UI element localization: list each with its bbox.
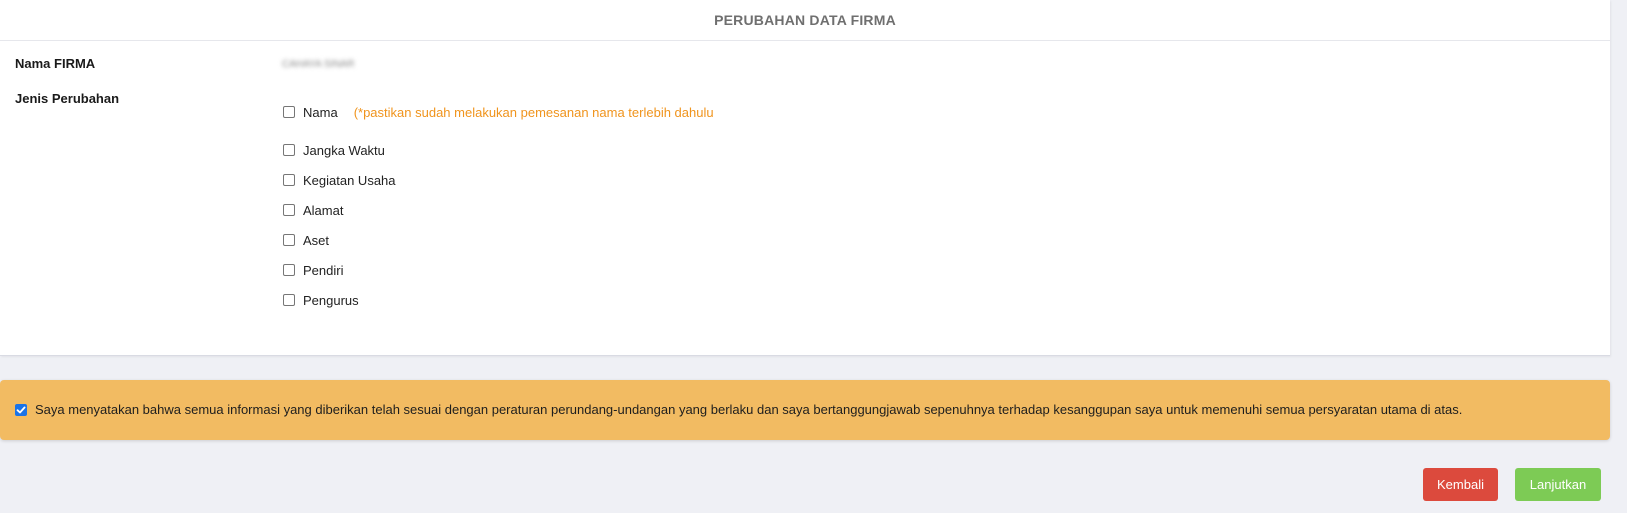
checkbox-pendiri[interactable] bbox=[283, 264, 295, 276]
option-alamat[interactable]: Alamat bbox=[283, 201, 343, 219]
option-alamat-label: Alamat bbox=[303, 202, 344, 218]
nama-firma-label: Nama FIRMA bbox=[15, 56, 96, 71]
checkbox-jangka-waktu[interactable] bbox=[283, 144, 295, 156]
form-panel: PERUBAHAN DATA FIRMA Nama FIRMA CAHAYA S… bbox=[0, 0, 1610, 356]
checkbox-alamat[interactable] bbox=[283, 204, 295, 216]
back-button[interactable]: Kembali bbox=[1423, 468, 1498, 501]
agreement-checkbox[interactable] bbox=[15, 404, 27, 416]
option-kegiatan-usaha-label: Kegiatan Usaha bbox=[303, 172, 396, 188]
option-pendiri-label: Pendiri bbox=[303, 262, 344, 278]
checkmark-icon bbox=[16, 406, 26, 414]
option-pendiri[interactable]: Pendiri bbox=[283, 261, 343, 279]
option-aset[interactable]: Aset bbox=[283, 231, 329, 249]
option-jangka-waktu-label: Jangka Waktu bbox=[303, 142, 385, 158]
nama-reservation-note: (*pastikan sudah melakukan pemesanan nam… bbox=[353, 104, 714, 120]
agreement-box: Saya menyatakan bahwa semua informasi ya… bbox=[0, 380, 1610, 440]
checkbox-kegiatan-usaha[interactable] bbox=[283, 174, 295, 186]
nama-firma-value: CAHAYA SINAR bbox=[282, 59, 355, 70]
agreement-text: Saya menyatakan bahwa semua informasi ya… bbox=[35, 402, 1463, 417]
option-aset-label: Aset bbox=[303, 232, 330, 248]
option-kegiatan-usaha[interactable]: Kegiatan Usaha bbox=[283, 171, 396, 189]
option-pengurus-label: Pengurus bbox=[303, 292, 359, 308]
option-pengurus[interactable]: Pengurus bbox=[283, 291, 359, 309]
jenis-perubahan-label: Jenis Perubahan bbox=[15, 91, 120, 106]
panel-title: PERUBAHAN DATA FIRMA bbox=[0, 0, 1610, 41]
next-button[interactable]: Lanjutkan bbox=[1515, 468, 1601, 501]
option-jangka-waktu[interactable]: Jangka Waktu bbox=[283, 141, 385, 159]
checkbox-aset[interactable] bbox=[283, 234, 295, 246]
option-nama-label: Nama bbox=[303, 104, 338, 120]
checkbox-nama[interactable] bbox=[283, 106, 295, 118]
checkbox-pengurus[interactable] bbox=[283, 294, 295, 306]
option-nama[interactable]: Nama (*pastikan sudah melakukan pemesana… bbox=[283, 103, 714, 121]
